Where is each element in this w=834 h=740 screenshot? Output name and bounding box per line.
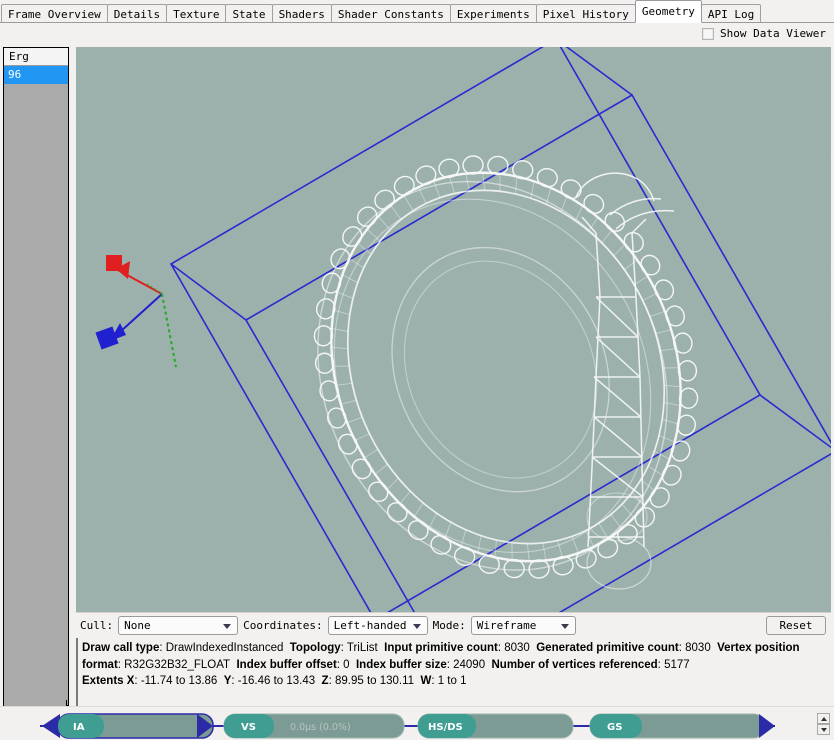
pipeline-scroll-spinner[interactable] bbox=[817, 713, 830, 735]
input-primitive-count-label: Input primitive count bbox=[384, 642, 498, 654]
vs-timing-text: 0.0µs (0.0%) bbox=[290, 722, 351, 733]
coordinates-dropdown[interactable]: Left-handed bbox=[327, 616, 428, 635]
coordinates-label: Coordinates: bbox=[243, 619, 323, 632]
extents-w-label: W bbox=[420, 675, 432, 687]
generated-primitive-count-value: 8030 bbox=[685, 642, 711, 654]
renderdoc-geometry-window: Frame Overview Details Texture State Shaders… bbox=[0, 0, 834, 740]
info-line-1: Draw call type: DrawIndexedInstanced Top… bbox=[82, 642, 800, 671]
tab-experiments[interactable]: Experiments bbox=[449, 4, 537, 23]
cull-dropdown[interactable]: None bbox=[118, 616, 239, 635]
pipeline-stage-vs[interactable]: VS 0.0µs (0.0%) bbox=[223, 713, 405, 739]
cull-value: None bbox=[124, 619, 151, 632]
tab-shaders[interactable]: Shaders bbox=[271, 4, 332, 23]
svg-text:HS/DS: HS/DS bbox=[428, 722, 463, 733]
show-data-viewer-checkbox[interactable] bbox=[702, 27, 715, 40]
coordinates-value: Left-handed bbox=[333, 619, 407, 632]
generated-primitive-count-label: Generated primitive count bbox=[536, 642, 679, 654]
draw-call-type-value: DrawIndexedInstanced bbox=[165, 642, 284, 654]
instance-list-header: Erg bbox=[4, 48, 68, 66]
main-tab-bar: Frame Overview Details Texture State Shaders… bbox=[0, 0, 834, 23]
mesh-preview-pane: Cull: None Coordinates: Left-handed Mode… bbox=[76, 47, 831, 706]
tab-frame-overview[interactable]: Frame Overview bbox=[1, 4, 108, 23]
index-buffer-size-label: Index buffer size bbox=[355, 658, 447, 671]
tab-api-log[interactable]: API Log bbox=[700, 4, 762, 23]
chevron-down-icon bbox=[560, 623, 569, 629]
number-of-vertices-referenced-value: 5177 bbox=[664, 658, 690, 671]
pipeline-flow-bar: IA VS 0.0µs (0.0%) HS/DS GS bbox=[0, 706, 834, 740]
tab-geometry[interactable]: Geometry bbox=[634, 0, 702, 23]
tab-pixel-history[interactable]: Pixel History bbox=[535, 4, 636, 23]
pipeline-svg: IA VS 0.0µs (0.0%) HS/DS GS bbox=[40, 713, 775, 739]
data-viewer-toolbar: Show Data Viewer bbox=[0, 24, 834, 46]
tab-details[interactable]: Details bbox=[106, 4, 168, 23]
spinner-down-icon[interactable] bbox=[817, 724, 830, 735]
extents-label: Extents bbox=[82, 675, 124, 687]
svg-text:VS: VS bbox=[241, 722, 256, 733]
svg-text:GS: GS bbox=[607, 722, 622, 733]
mesh-render-svg bbox=[76, 47, 831, 612]
instance-list-rows: 96 bbox=[4, 66, 68, 84]
tab-texture[interactable]: Texture bbox=[166, 4, 227, 23]
pipeline-stage-ia[interactable]: IA bbox=[42, 713, 214, 739]
mode-value: Wireframe bbox=[476, 619, 537, 632]
geometry-content: Erg 96 Cull: None Coordinates: Left-hand… bbox=[3, 47, 831, 706]
vertical-splitter[interactable] bbox=[69, 47, 76, 706]
pipeline-stage-gs[interactable]: GS bbox=[589, 713, 775, 739]
viewport-noise bbox=[76, 47, 831, 612]
svg-text:IA: IA bbox=[73, 722, 85, 733]
chevron-down-icon bbox=[223, 623, 232, 629]
tab-state[interactable]: State bbox=[225, 4, 273, 23]
extents-z-label: Z bbox=[321, 675, 329, 687]
topology-label: Topology bbox=[289, 642, 341, 654]
show-data-viewer-control[interactable]: Show Data Viewer bbox=[702, 27, 826, 40]
instance-list-panel: Erg 96 bbox=[3, 47, 69, 706]
draw-call-type-label: Draw call type bbox=[82, 642, 160, 654]
index-buffer-size-value: 24090 bbox=[453, 658, 486, 671]
tab-strip: Frame Overview Details Texture State Shaders… bbox=[0, 0, 834, 23]
topology-value: TriList bbox=[346, 642, 378, 654]
input-primitive-count-value: 8030 bbox=[504, 642, 530, 654]
chevron-down-icon bbox=[412, 623, 421, 629]
spinner-up-icon[interactable] bbox=[817, 713, 830, 724]
index-buffer-offset-label: Index buffer offset bbox=[236, 658, 337, 671]
cull-label: Cull: bbox=[80, 619, 114, 632]
extents-x-value: -11.74 to 13.86 bbox=[140, 675, 218, 687]
vertex-position-format-value: R32G32B32_FLOAT bbox=[124, 658, 231, 671]
mesh-controls-bar: Cull: None Coordinates: Left-handed Mode… bbox=[76, 612, 831, 638]
extents-y-value: -16.46 to 13.43 bbox=[237, 675, 316, 687]
mode-label: Mode: bbox=[432, 619, 466, 632]
reset-button[interactable]: Reset bbox=[766, 616, 826, 635]
extents-z-value: 89.95 to 130.11 bbox=[334, 675, 415, 687]
mode-dropdown[interactable]: Wireframe bbox=[470, 616, 576, 635]
pipeline-stage-hs-ds[interactable]: HS/DS bbox=[417, 713, 574, 739]
number-of-vertices-referenced-label: Number of vertices referenced bbox=[491, 658, 658, 671]
instance-list-item[interactable]: 96 bbox=[4, 66, 68, 84]
draw-call-info-panel: Draw call type: DrawIndexedInstanced Top… bbox=[76, 638, 831, 706]
tab-shader-constants[interactable]: Shader Constants bbox=[330, 4, 451, 23]
show-data-viewer-label: Show Data Viewer bbox=[720, 27, 826, 40]
info-line-extents: Extents X: -11.74 to 13.86 Y: -16.46 to … bbox=[82, 675, 467, 687]
mesh-3d-viewport[interactable] bbox=[76, 47, 831, 612]
extents-w-value: 1 to 1 bbox=[437, 675, 467, 687]
